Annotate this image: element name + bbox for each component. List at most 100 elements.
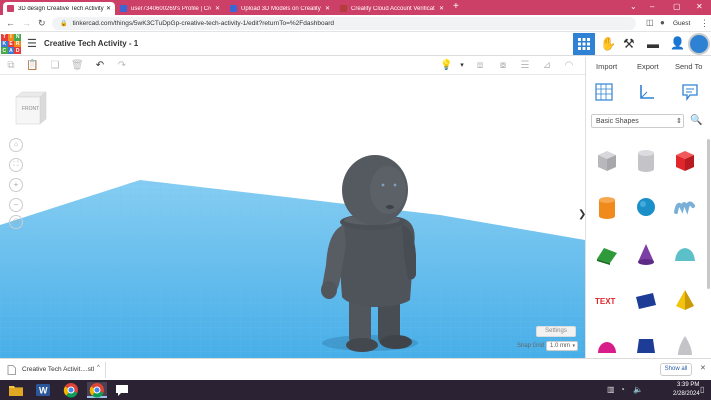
forward-icon[interactable]: → [22,18,31,28]
logo-letter: I [7,34,15,41]
chrome-active-icon[interactable] [87,382,107,398]
chevron-up-icon[interactable]: ^ [97,365,100,371]
design-list-icon[interactable]: ☰ [27,37,37,50]
tab-creality-verification[interactable]: Creality Cloud Account Verificati ✕ [336,2,448,15]
volume-icon[interactable]: 🔈 [633,385,643,394]
mirror-icon[interactable]: ⊿ [541,60,553,72]
copy-icon[interactable]: ⧉ [5,60,17,72]
zoom-in-button[interactable]: + [9,178,23,192]
download-item[interactable]: Creative Tech Activit....stl ^ [4,362,106,378]
word-icon[interactable]: W [35,382,51,398]
zoom-out-button[interactable]: − [9,198,23,212]
3d-view-button[interactable] [573,33,595,55]
search-icon[interactable]: 🔍 [690,115,702,126]
shape-cylinder[interactable] [594,194,620,220]
shape-category-select[interactable]: Basic Shapes ⇕ [591,114,684,128]
close-tab-icon[interactable]: ✕ [439,5,444,12]
send-to-button[interactable]: Send To [675,62,702,71]
export-button[interactable]: Export [637,62,659,71]
shape-wedge[interactable] [633,287,659,313]
shape-scribble[interactable] [672,194,698,220]
tab-title: Upload 3D Models on Creality C [241,5,321,12]
clock-date[interactable]: 2/28/2024 [673,391,700,397]
svg-text:TEXT: TEXT [595,297,616,306]
ruler-tool-button[interactable] [638,83,656,101]
minimize-icon[interactable]: – [650,2,654,11]
undo-icon[interactable]: ↶ [94,60,106,72]
notifications-icon[interactable]: ▯ [700,385,704,394]
clock-time[interactable]: 3:39 PM [677,382,699,388]
guest-label[interactable]: Guest [673,20,690,27]
shape-paraboloid[interactable] [672,333,698,358]
notes-tool-button[interactable] [681,83,699,101]
tinkercad-logo[interactable]: T I N K E R C A D [1,34,21,54]
align-icon[interactable]: ☰ [519,60,531,72]
file-explorer-icon[interactable] [8,382,24,398]
logo-letter: T [1,34,8,41]
bricks-icon[interactable]: ⚒ [623,36,635,52]
network-icon[interactable]: ▥ [607,385,615,394]
blocks-icon[interactable]: ✋ [600,36,616,52]
new-tab-button[interactable]: + [453,1,459,12]
tab-search-chevron-icon[interactable]: ⌄ [630,2,637,11]
shape-half-sphere[interactable] [594,333,620,358]
shape-sphere[interactable] [633,194,659,220]
design-title[interactable]: Creative Tech Activity - 1 [44,39,138,48]
shape-polygon[interactable] [633,333,659,358]
tab-tinkercad-design[interactable]: 3D design Creative Tech Activity ✕ [3,2,115,15]
logo-letter: D [14,47,21,54]
ortho-view-button[interactable]: ◎ [9,215,23,229]
side-panel-icon[interactable]: ◫ [646,18,654,27]
close-tab-icon[interactable]: ✕ [325,5,330,12]
shape-roof[interactable] [594,241,620,267]
paste-icon[interactable]: 📋 [26,60,38,72]
view-cube[interactable]: FRONT [10,91,48,127]
ungroup-icon[interactable]: ⧇ [497,60,509,72]
tab-creality-profile[interactable]: user7340600269's Profile | Creal ✕ [116,2,224,15]
shape-box-hole[interactable] [594,147,620,173]
cruise-icon[interactable]: ◠ [563,60,575,72]
add-user-icon[interactable]: 👤 [670,36,685,50]
maximize-icon[interactable]: ▢ [673,2,681,11]
fit-view-button[interactable]: ⛶ [9,158,23,172]
snap-grid-select[interactable]: 1.0 mm ▾ [546,341,578,351]
3d-workplane-viewport[interactable]: FRONT ⌂ ⛶ + − ◎ ❯ Settings Snap Grid 1.0… [0,75,585,358]
light-bulb-icon[interactable]: 💡 [440,60,452,72]
wifi-icon[interactable]: ◔ [620,385,625,394]
show-all-button[interactable]: Show all [660,363,692,376]
user-avatar[interactable] [688,33,710,55]
sim-lab-icon[interactable]: ▬ [647,37,659,51]
url-field[interactable]: 🔒 tinkercad.com/things/5wK3CTuDpGp-creat… [52,17,636,30]
close-download-bar-icon[interactable]: ✕ [700,364,706,372]
panel-collapse-chevron-icon[interactable]: ❯ [578,209,585,220]
workplane-scene[interactable] [0,75,585,358]
shape-round-roof[interactable] [672,241,698,267]
delete-icon[interactable]: 🗑 [71,60,84,72]
chevron-down-icon[interactable]: ▾ [456,60,468,72]
close-window-icon[interactable]: ✕ [696,2,703,11]
panel-scrollbar[interactable] [707,139,710,289]
shape-text[interactable]: TEXT [594,287,620,313]
browser-menu-icon[interactable]: ⋮ [700,18,709,29]
logo-letter: E [7,40,15,48]
workplane-tool-button[interactable] [595,83,613,101]
shape-pyramid[interactable] [672,287,698,313]
settings-button[interactable]: Settings [536,326,576,337]
reload-icon[interactable]: ↻ [38,18,46,29]
shape-box[interactable] [672,147,698,173]
chat-icon[interactable] [114,382,130,398]
shape-cone[interactable] [633,241,659,267]
chrome-icon[interactable] [63,382,79,398]
back-icon[interactable]: ← [6,18,15,28]
close-tab-icon[interactable]: ✕ [106,5,111,12]
import-button[interactable]: Import [596,62,617,71]
redo-icon[interactable]: ↷ [116,60,128,72]
tab-creality-upload[interactable]: Upload 3D Models on Creality C ✕ [226,2,334,15]
svg-text:W: W [39,386,48,396]
shape-cylinder-hole[interactable] [633,147,659,173]
home-view-button[interactable]: ⌂ [9,138,23,152]
duplicate-icon[interactable]: ❏ [49,60,61,72]
group-icon[interactable]: ⧈ [474,60,486,72]
profile-icon[interactable]: ● [660,18,665,27]
close-tab-icon[interactable]: ✕ [215,5,220,12]
